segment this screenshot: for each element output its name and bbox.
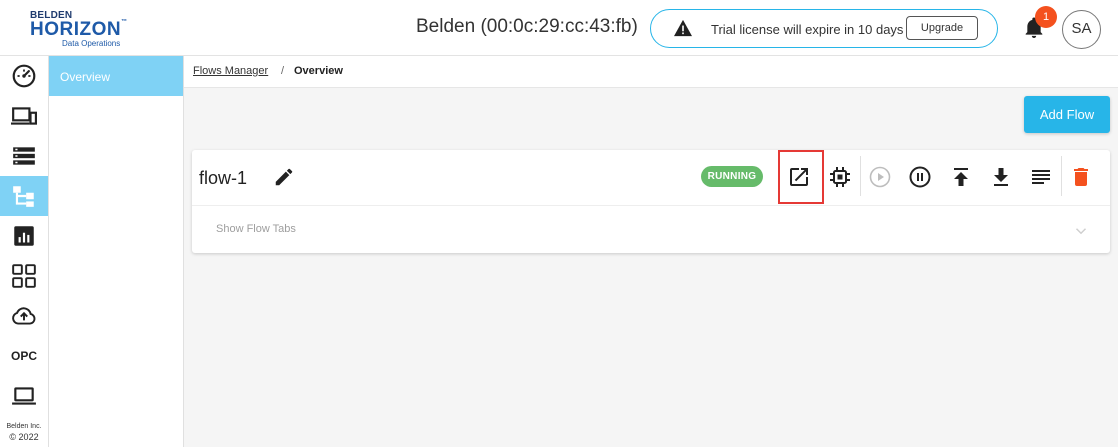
pause-button[interactable] — [908, 165, 932, 189]
nav-devices[interactable] — [0, 96, 48, 136]
user-avatar[interactable]: SA — [1062, 10, 1101, 49]
breadcrumb-current: Overview — [294, 65, 343, 77]
opc-icon: OPC — [10, 349, 37, 363]
chip-icon — [830, 167, 850, 187]
flow-name: flow-1 — [199, 168, 248, 188]
upgrade-button[interactable]: Upgrade — [906, 16, 978, 40]
flow-card: flow-1 RUNNING Show Flow Tabs — [192, 150, 1110, 253]
open-external-icon — [790, 168, 808, 186]
device-title: Belden (00:0c:29:cc:43:fb) — [416, 16, 638, 37]
logs-icon — [1032, 170, 1050, 184]
show-flow-tabs-toggle[interactable]: Show Flow Tabs — [216, 223, 296, 235]
nav-flows[interactable] — [0, 176, 48, 216]
nav-opc[interactable]: OPC — [0, 336, 48, 376]
subnav-item-overview[interactable]: Overview — [49, 56, 183, 96]
flows-subnav: Overview — [49, 56, 184, 447]
chevron-down-icon[interactable] — [1072, 222, 1090, 240]
add-flow-button[interactable]: Add Flow — [1024, 96, 1110, 133]
breadcrumb-flows-manager-link[interactable]: Flows Manager — [193, 65, 268, 77]
breadcrumb-separator: / — [281, 65, 285, 77]
license-banner: Trial license will expire in 10 days Upg… — [650, 9, 998, 48]
status-badge: RUNNING — [701, 166, 763, 187]
play-button[interactable] — [868, 165, 892, 189]
nav-apps[interactable] — [0, 256, 48, 296]
notification-count-badge: 1 — [1035, 6, 1057, 28]
dashboard-gauge-icon — [12, 64, 36, 88]
nav-analytics[interactable] — [0, 216, 48, 256]
nav-system[interactable] — [0, 376, 48, 416]
cloud-upload-icon — [12, 307, 36, 325]
belden-horizon-logo[interactable]: BELDEN HORIZON™ Data Operations — [30, 10, 127, 48]
delete-icon — [1074, 168, 1088, 186]
storage-list-icon — [13, 147, 35, 165]
analytics-chart-icon — [14, 226, 34, 246]
logs-button[interactable] — [1029, 165, 1053, 189]
upload-icon — [954, 168, 968, 186]
edit-pencil-icon[interactable] — [273, 166, 295, 188]
resources-button[interactable] — [828, 165, 852, 189]
download-icon — [994, 168, 1008, 186]
license-text: Trial license will expire in 10 days — [711, 22, 904, 37]
warning-icon — [674, 19, 692, 37]
download-button[interactable] — [989, 165, 1013, 189]
nav-storage[interactable] — [0, 136, 48, 176]
flows-tree-icon — [13, 186, 34, 207]
breadcrumb: Flows Manager / Overview — [184, 56, 1118, 88]
open-external-button[interactable] — [787, 165, 811, 189]
action-divider — [1061, 156, 1062, 196]
pause-icon — [909, 166, 931, 188]
app-header: BELDEN HORIZON™ Data Operations Belden (… — [0, 0, 1118, 56]
copyright-notice: Belden Inc. © 2022 — [6, 423, 42, 442]
upload-button[interactable] — [949, 165, 973, 189]
laptop-icon — [12, 387, 36, 405]
delete-button[interactable] — [1069, 165, 1093, 189]
action-divider — [860, 156, 861, 196]
devices-icon — [11, 107, 37, 125]
icon-rail: OPC Belden Inc. © 2022 — [0, 56, 49, 447]
play-icon — [869, 166, 891, 188]
nav-cloud-upload[interactable] — [0, 296, 48, 336]
card-divider — [192, 205, 1110, 206]
apps-grid-icon — [12, 264, 36, 288]
nav-dashboard[interactable] — [0, 56, 48, 96]
